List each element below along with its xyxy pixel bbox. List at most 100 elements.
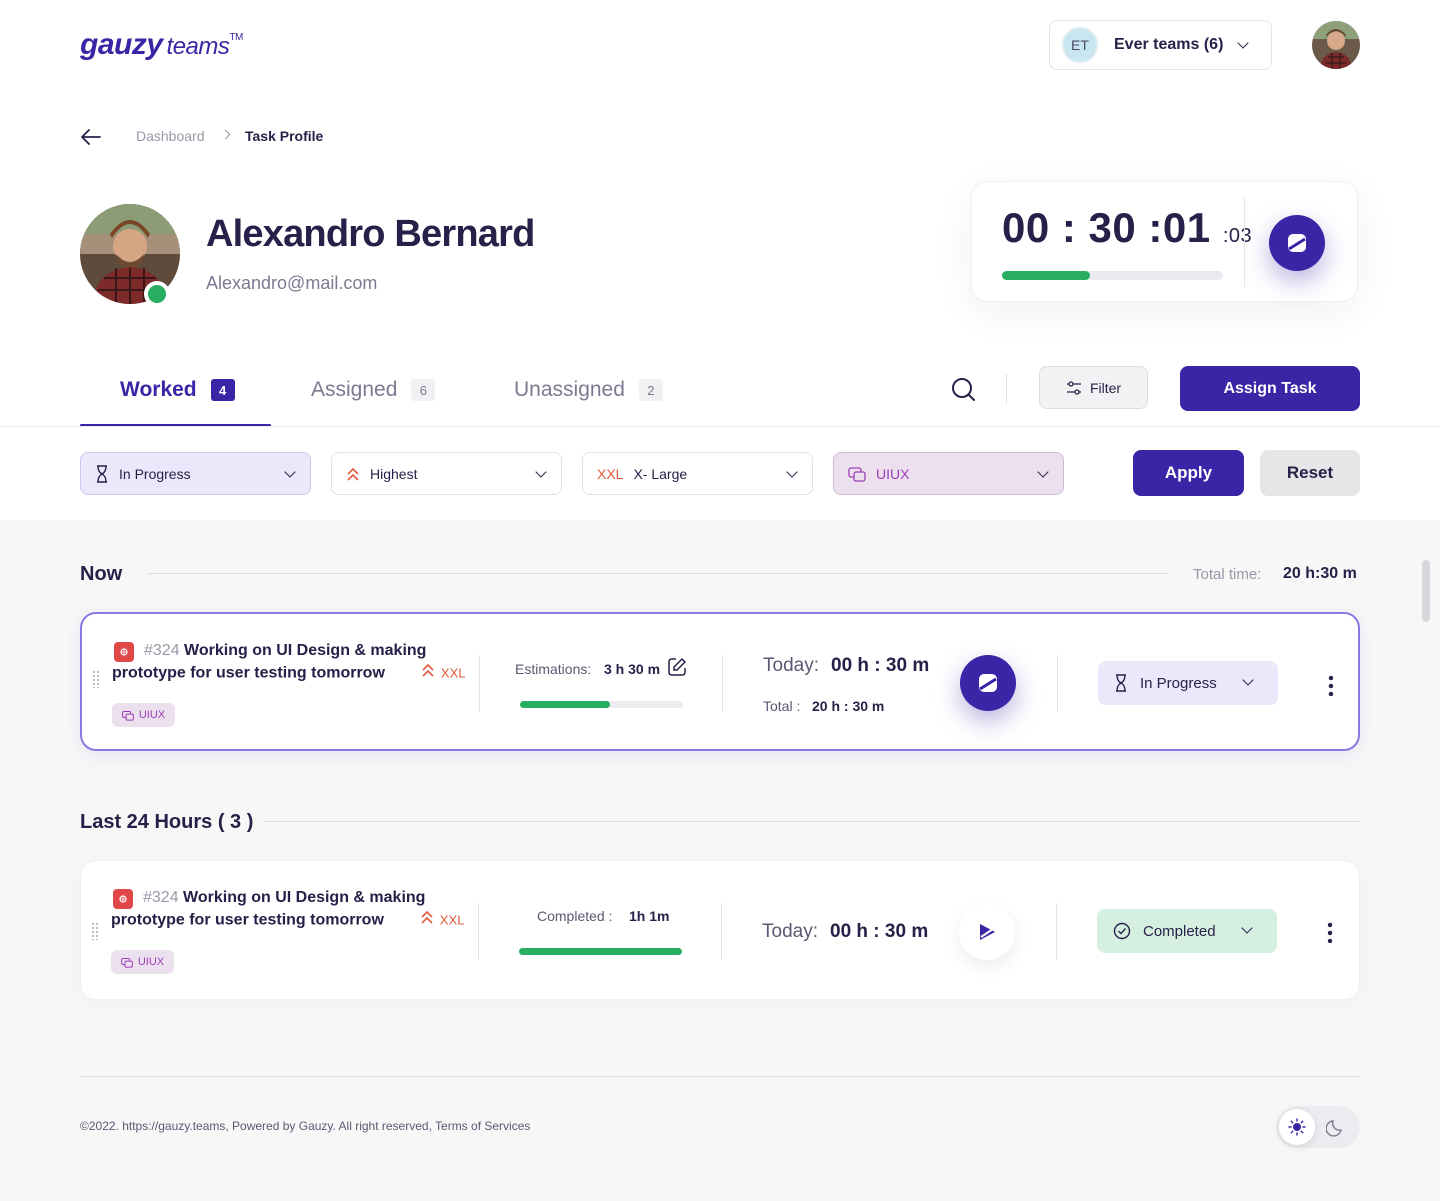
divider <box>722 655 723 712</box>
size-tag: XXL <box>597 465 624 482</box>
today-value: 00 h : 30 m <box>831 655 930 676</box>
completed-label: Completed : <box>537 908 613 924</box>
label-icon <box>122 710 134 721</box>
divider <box>479 655 480 712</box>
tab-label: Unassigned <box>514 378 625 401</box>
priority-highest-icon <box>389 662 435 685</box>
task-label: UIUX <box>138 709 166 721</box>
timer-card: 00 : 30 :01 :03 <box>971 181 1358 302</box>
chevron-down-icon <box>535 466 547 478</box>
apply-button[interactable]: Apply <box>1133 450 1244 496</box>
light-mode-button[interactable] <box>1279 1109 1315 1145</box>
logo-tm: TM <box>229 32 243 43</box>
today-label: Today: <box>762 921 818 942</box>
tab-count: 6 <box>411 379 436 401</box>
priority-filter-select[interactable]: Highest <box>331 452 562 495</box>
back-button[interactable] <box>80 128 102 151</box>
filter-button[interactable]: Filter <box>1039 366 1148 409</box>
scrollbar-thumb[interactable] <box>1422 560 1430 622</box>
footer-copyright: ©2022. https://gauzy.teams, Powered by G… <box>80 1119 531 1133</box>
assign-task-button[interactable]: Assign Task <box>1180 366 1360 411</box>
more-options-icon[interactable] <box>1328 674 1334 696</box>
task-number: #324 <box>143 889 179 906</box>
hourglass-icon <box>1114 674 1128 692</box>
task-number: #324 <box>144 642 180 659</box>
timer-main: 00 : 30 :01 <box>1002 204 1211 251</box>
total-time-value: 20 h:30 m <box>1283 565 1357 582</box>
label-icon <box>121 957 133 968</box>
task-timer-start-button[interactable] <box>959 904 1015 960</box>
task-card-active[interactable]: #324 Working on UI Design & making proto… <box>80 612 1360 751</box>
breadcrumb-dashboard[interactable]: Dashboard <box>136 128 205 144</box>
section-title-now: Now <box>80 563 123 585</box>
more-options-icon[interactable] <box>1327 921 1333 943</box>
tab-assigned[interactable]: Assigned 6 <box>311 378 436 402</box>
chevron-down-icon <box>284 466 296 478</box>
estimation-value: 3 h 30 m <box>604 661 661 677</box>
size-filter-select[interactable]: XXL X- Large <box>582 452 813 495</box>
chevron-down-icon <box>1237 37 1249 49</box>
section-divider <box>264 821 1360 822</box>
drag-handle-icon[interactable] <box>91 922 99 940</box>
total-value: 20 h : 30 m <box>812 698 885 714</box>
check-circle-icon <box>1113 922 1131 940</box>
task-timer-stop-button[interactable] <box>960 655 1016 711</box>
task-title[interactable]: #324 Working on UI Design & making proto… <box>111 887 471 932</box>
divider <box>478 903 479 960</box>
online-status-dot <box>144 281 170 307</box>
estimation-progress-bar <box>520 701 683 708</box>
profile-name: Alexandro Bernard <box>206 213 535 255</box>
tab-count: 4 <box>210 379 235 401</box>
section-title-last24: Last 24 Hours ( 3 ) <box>80 811 254 833</box>
theme-toggle[interactable] <box>1276 1106 1360 1148</box>
arrow-left-icon <box>81 129 101 145</box>
divider <box>1006 374 1007 404</box>
dark-mode-button[interactable] <box>1325 1117 1346 1142</box>
play-icon <box>980 924 995 940</box>
estimation-label: Estimations: <box>515 661 592 677</box>
status-filter-select[interactable]: In Progress <box>80 452 311 495</box>
tab-worked[interactable]: Worked 4 <box>120 378 235 402</box>
sliders-icon <box>1066 380 1081 395</box>
task-title[interactable]: #324 Working on UI Design & making proto… <box>112 640 472 685</box>
user-avatar[interactable] <box>1312 21 1360 69</box>
completed-value: 1h 1m <box>629 908 670 924</box>
logo-main: gauzy <box>80 28 163 61</box>
divider <box>1244 198 1245 287</box>
section-divider <box>148 573 1169 574</box>
edit-estimation-button[interactable] <box>667 657 687 682</box>
today-value: 00 h : 30 m <box>830 921 929 942</box>
timer-progress-bar <box>1002 271 1223 280</box>
timer-progress-fill <box>1002 271 1091 280</box>
completed-progress-bar <box>519 948 682 955</box>
total-label: Total : <box>763 698 801 714</box>
priority-highest-icon <box>388 909 434 932</box>
timer-toggle-button[interactable] <box>1269 215 1325 271</box>
tabs-divider <box>0 426 1440 427</box>
search-icon <box>952 378 975 401</box>
task-status-select[interactable]: In Progress <box>1098 661 1278 705</box>
label-icon <box>848 466 866 482</box>
priority-highest-icon <box>346 466 360 482</box>
hourglass-icon <box>95 464 109 483</box>
tab-unassigned[interactable]: Unassigned 2 <box>514 378 663 402</box>
team-switcher[interactable]: ET Ever teams (6) <box>1049 20 1272 70</box>
divider <box>721 903 722 960</box>
task-status-select[interactable]: Completed <box>1097 909 1277 953</box>
today-label: Today: <box>763 655 819 676</box>
label-filter-select[interactable]: UIUX <box>833 452 1064 495</box>
logo-sub: teams <box>166 33 230 60</box>
task-card-completed[interactable]: #324 Working on UI Design & making proto… <box>80 860 1360 1000</box>
filter-label: Filter <box>1089 379 1122 396</box>
drag-handle-icon[interactable] <box>92 670 100 688</box>
profile-email: Alexandro@mail.com <box>206 273 378 293</box>
reset-button[interactable]: Reset <box>1260 450 1360 496</box>
chevron-down-icon <box>1242 674 1254 686</box>
stop-timer-icon <box>979 674 997 692</box>
status-filter-value: In Progress <box>119 465 191 482</box>
divider <box>1056 903 1057 960</box>
search-button[interactable] <box>950 376 976 407</box>
tab-label: Assigned <box>311 378 398 401</box>
priority-filter-value: Highest <box>370 465 418 482</box>
logo[interactable]: gauzy teamsTM <box>80 28 243 62</box>
